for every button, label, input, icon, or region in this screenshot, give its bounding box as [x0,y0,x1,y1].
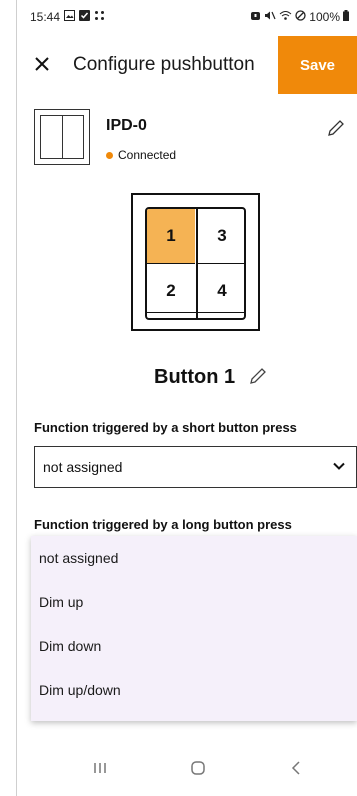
recent-apps-button[interactable] [80,754,120,782]
home-button[interactable] [178,754,218,782]
save-button[interactable]: Save [278,36,357,94]
switch-diagram: 1 3 2 4 [131,193,260,331]
short-press-label: Function triggered by a short button pre… [34,420,297,435]
page-title: Configure pushbutton [73,54,255,75]
wifi-icon [279,10,292,24]
short-press-select[interactable]: not assigned [34,446,357,488]
home-icon [191,761,205,775]
alarm-icon [250,10,261,24]
button-title: Button 1 [154,366,236,388]
device-status-label: Connected [118,148,177,162]
gallery-icon [64,10,76,24]
edit-device-button[interactable] [326,118,346,138]
left-frame-line [16,0,17,796]
system-nav-bar [0,740,357,796]
long-press-label: Function triggered by a long button pres… [34,517,292,532]
status-time: 15:44 [30,10,61,24]
close-button[interactable] [30,50,54,78]
device-thumbnail [34,109,90,165]
menu-item-dim-down[interactable]: Dim down [31,624,357,668]
recent-apps-icon [94,763,106,773]
short-press-value: not assigned [43,459,123,475]
edit-button-name[interactable] [248,366,268,386]
switch-button-1[interactable]: 1 [147,209,195,263]
status-dot-icon [106,151,113,159]
menu-item-dim-up[interactable]: Dim up [31,580,357,624]
do-not-disturb-icon [295,10,306,24]
switch-button-3[interactable]: 3 [198,209,244,263]
battery-icon [343,10,349,24]
long-press-dropdown-menu: not assigned Dim up Dim down Dim up/down [31,536,357,721]
app-bar: Configure pushbutton Save [0,36,357,94]
switch-button-4[interactable]: 4 [198,264,244,318]
dots-grid-icon [94,10,105,24]
pencil-icon [328,120,344,136]
menu-item-dim-up-down[interactable]: Dim up/down [31,668,357,712]
status-bar: 15:44 100% [0,0,357,36]
close-icon [35,57,49,71]
switch-button-2[interactable]: 2 [147,264,195,318]
check-square-icon [79,10,91,24]
chevron-down-icon [333,462,345,470]
back-button[interactable] [277,754,317,782]
pencil-icon [250,368,266,384]
menu-item-not-assigned[interactable]: not assigned [31,536,357,580]
back-icon [291,761,300,775]
device-status: Connected [106,148,176,162]
mute-icon [264,10,276,24]
battery-percent: 100% [309,10,340,24]
device-name: IPD-0 [106,117,147,134]
